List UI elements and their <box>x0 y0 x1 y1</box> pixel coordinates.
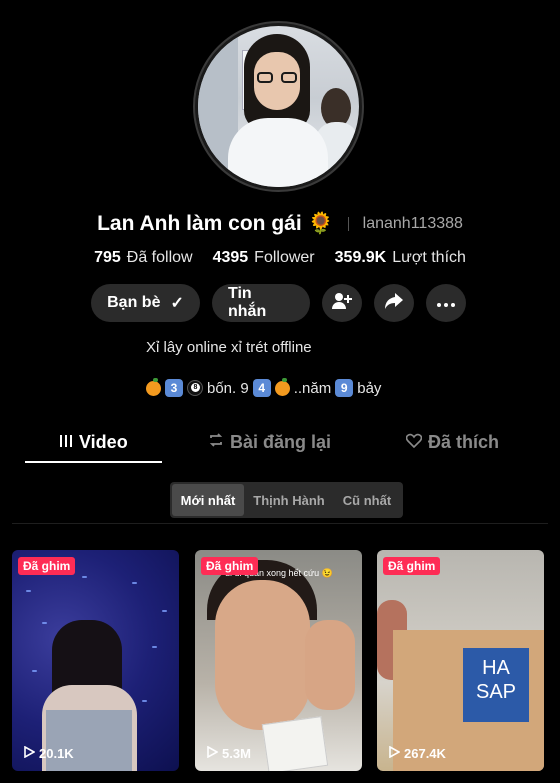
following-stat[interactable]: 795 Đã follow <box>94 249 193 267</box>
play-icon <box>24 745 36 761</box>
keycap-icon: 9 <box>335 379 354 397</box>
play-icon <box>207 745 219 761</box>
view-count-value: 267.4K <box>404 746 446 761</box>
active-tab-indicator <box>25 461 162 463</box>
sort-segmented-control: Mới nhất Thịnh Hành Cũ nhất <box>170 482 403 518</box>
keycap-icon: 4 <box>252 379 271 397</box>
likes-count: 359.9K <box>334 249 387 266</box>
box-logo: HA SAP <box>463 648 529 722</box>
add-user-icon <box>332 292 352 315</box>
divider <box>347 217 349 231</box>
bio-text-3: bảy <box>357 379 382 397</box>
message-button-label: Tin nhắn <box>228 285 267 320</box>
friends-button[interactable]: Bạn bè ✓ <box>91 284 200 322</box>
pinned-badge: Đã ghim <box>18 557 76 575</box>
share-icon <box>384 292 404 315</box>
pinned-badge: Đã ghim <box>201 557 259 575</box>
message-button[interactable]: Tin nhắn <box>212 284 310 322</box>
video-thumbnail[interactable]: Đã ghim 20.1K <box>12 550 179 771</box>
billiard-ball-icon <box>187 380 203 396</box>
view-count: 267.4K <box>389 745 446 761</box>
likes-label: Lượt thích <box>392 249 466 266</box>
bio-line-2: 3 bốn. 9 4 ..năm 9 bảy <box>146 377 382 397</box>
bio-line-1: Xỉ lây online xỉ trét offline <box>146 339 312 356</box>
keycap-icon: 3 <box>165 379 183 397</box>
check-icon: ✓ <box>170 295 184 312</box>
display-name: Lan Anh làm con gái 🌻 <box>97 212 334 235</box>
grid-icon <box>59 432 73 453</box>
repost-icon <box>208 432 224 453</box>
tab-liked[interactable]: Đã thích <box>405 432 500 453</box>
video-thumbnail[interactable]: HA SAP Đã ghim 267.4K <box>377 550 544 771</box>
sort-newest[interactable]: Mới nhất <box>172 484 244 516</box>
more-icon <box>437 294 455 312</box>
more-button[interactable] <box>426 284 466 322</box>
add-friend-button[interactable] <box>322 284 362 322</box>
bio-text-1: bốn. 9 <box>207 379 249 397</box>
sort-popular[interactable]: Thịnh Hành <box>244 484 334 516</box>
view-count: 5.3M <box>207 745 251 761</box>
profile-stats: 795 Đã follow 4395 Follower 359.9K Lượt thí… <box>0 249 560 267</box>
friends-button-label: Bạn bè <box>107 294 161 311</box>
share-button[interactable] <box>374 284 414 322</box>
avatar[interactable] <box>193 21 364 192</box>
profile-tabs: Video Bài đăng lại Đã thích <box>0 424 560 464</box>
following-label: Đã follow <box>126 249 193 266</box>
tab-liked-label: Đã thích <box>428 432 500 452</box>
followers-stat[interactable]: 4395 Follower <box>213 249 315 267</box>
bio-text-2: ..năm <box>293 379 332 397</box>
username: lananh113388 <box>362 215 463 232</box>
following-count: 795 <box>94 249 121 266</box>
video-thumbnail[interactable]: đi đi quân xong hết cứu 😉 Đã ghim 5.3M <box>195 550 362 771</box>
view-count-value: 5.3M <box>222 746 251 761</box>
tab-repost[interactable]: Bài đăng lại <box>208 432 331 453</box>
tab-video-label: Video <box>79 432 128 452</box>
tab-repost-label: Bài đăng lại <box>230 432 332 452</box>
followers-label: Follower <box>254 249 315 266</box>
followers-count: 4395 <box>212 249 249 266</box>
pinned-badge: Đã ghim <box>383 557 441 575</box>
profile-header: Lan Anh làm con gái 🌻 lananh113388 <box>0 212 560 236</box>
divider <box>12 523 548 524</box>
play-icon <box>389 745 401 761</box>
tab-video[interactable]: Video <box>59 432 128 453</box>
view-count: 20.1K <box>24 745 74 761</box>
profile-actions: Bạn bè ✓ Tin nhắn <box>91 284 466 322</box>
sort-oldest[interactable]: Cũ nhất <box>334 484 400 516</box>
view-count-value: 20.1K <box>39 746 74 761</box>
orange-icon <box>146 377 161 396</box>
avatar-photo <box>198 26 359 187</box>
heart-icon <box>405 432 423 453</box>
orange-icon <box>274 377 290 396</box>
likes-stat[interactable]: 359.9K Lượt thích <box>335 249 466 267</box>
